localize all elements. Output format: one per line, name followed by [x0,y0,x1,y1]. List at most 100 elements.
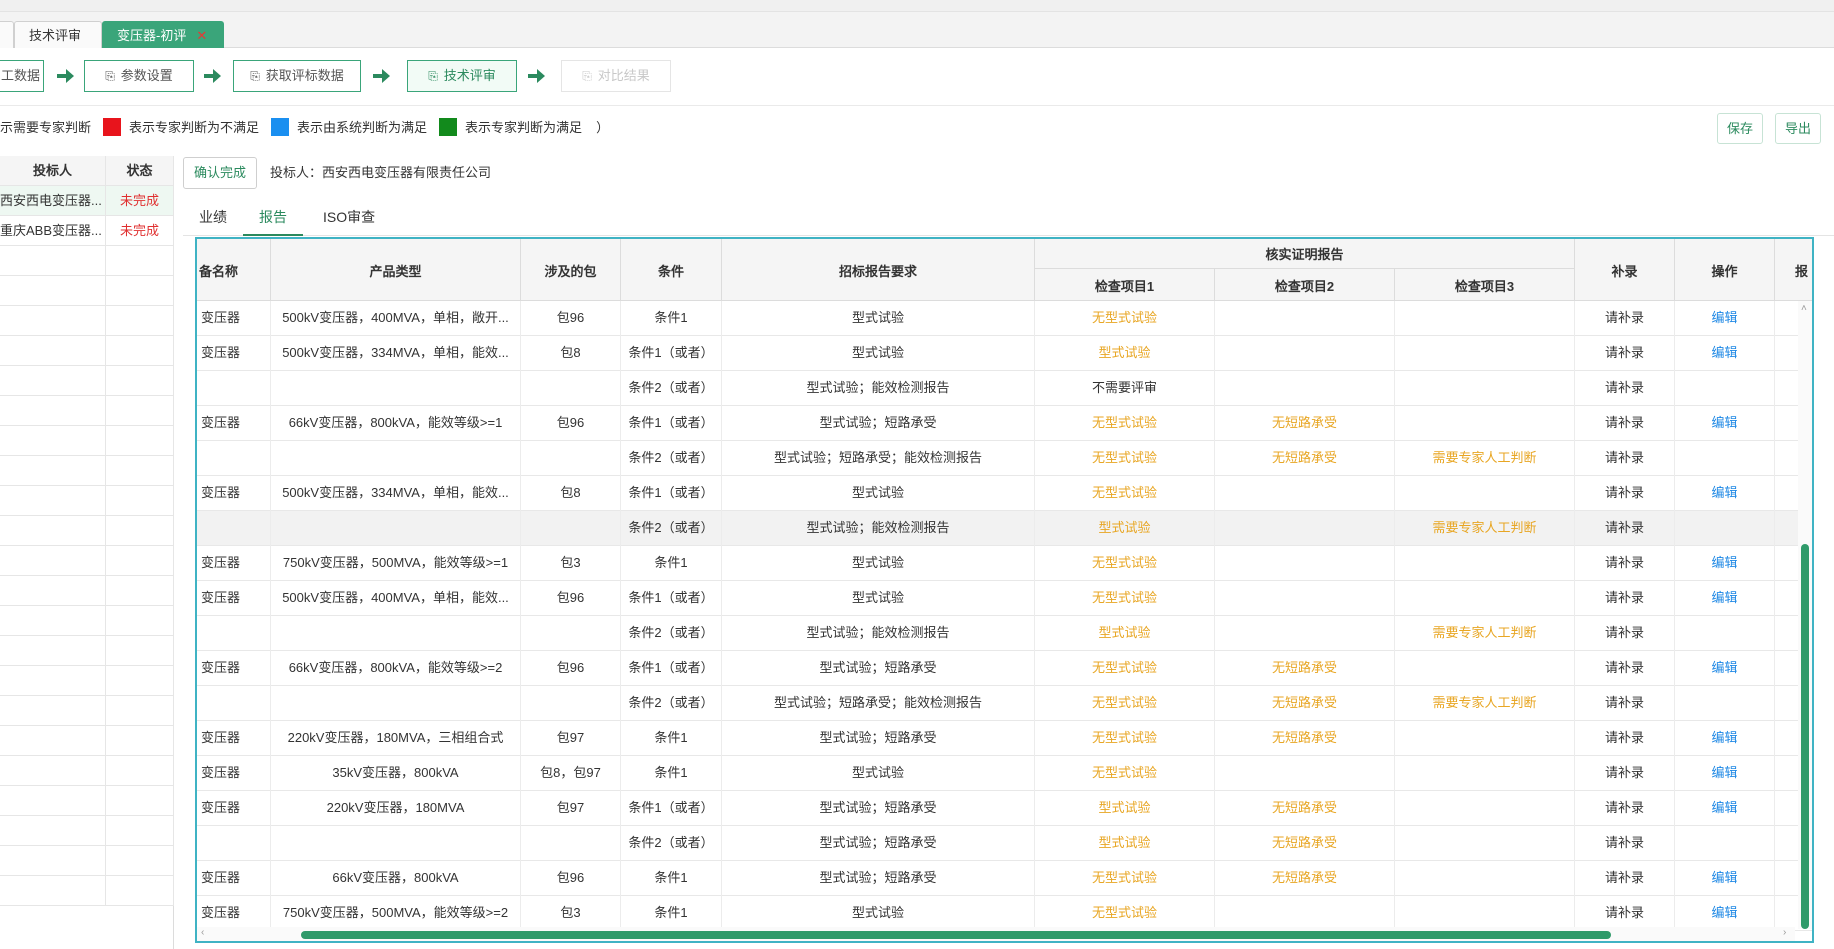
edit-link[interactable]: 编辑 [1675,721,1775,756]
step-fetch-data[interactable]: ⎘ 获取评标数据 [233,60,361,92]
close-icon[interactable]: ✕ [196,28,207,43]
bidder-row[interactable]: 西安西电变压器... 未完成 [0,186,174,216]
bidder-row-empty [0,276,174,306]
table-row: 条件2（或者） 型式试验；能效检测报告 型式试验 需要专家人工判断 请补录 [197,511,1812,546]
subtab-report[interactable]: 报告 [243,200,303,236]
cell-device-name: 变压器 [197,546,271,581]
cell-check1: 无型式试验 [1035,546,1215,581]
empty-cell [0,726,106,755]
bidder-row-empty [0,786,174,816]
edit-link[interactable]: 编辑 [1675,546,1775,581]
cell-product-type: 500kV变压器，334MVA，单相，能效... [271,336,521,371]
vertical-scrollbar[interactable]: ˄ [1798,301,1812,929]
empty-cell [0,426,106,455]
cell-package: 包96 [521,861,621,896]
vertical-scroll-thumb[interactable] [1801,544,1809,929]
tab-overflow[interactable] [0,21,14,48]
cell-check3 [1395,336,1575,371]
edit-link[interactable]: 编辑 [1675,581,1775,616]
bidder-row-empty [0,636,174,666]
column-header-product-type: 产品类型 [271,239,521,301]
cell-check1: 无型式试验 [1035,686,1215,721]
step-tech-review[interactable]: ⎘ 技术评审 [407,60,517,92]
edit-link[interactable]: 编辑 [1675,476,1775,511]
edit-link[interactable]: 编辑 [1675,896,1775,931]
bidder-name: 重庆ABB变压器... [0,216,106,245]
report-subtabs: 业绩 报告 ISO审查 [183,200,1834,236]
cell-product-type [271,441,521,476]
edit-link[interactable]: 编辑 [1675,861,1775,896]
cell-device-name [197,441,271,476]
empty-cell [0,816,106,845]
bidder-row-empty [0,426,174,456]
save-button[interactable]: 保存 [1717,113,1764,144]
tab-tech-review[interactable]: 技术评审 [14,21,102,48]
bidder-row-empty [0,456,174,486]
edit-link[interactable]: 编辑 [1675,301,1775,336]
edit-link [1675,371,1775,406]
cell-supplement: 请补录 [1575,581,1675,616]
empty-cell [0,336,106,365]
cell-check3 [1395,861,1575,896]
cell-product-type [271,826,521,861]
tab-label: 变压器-初评 [117,28,187,43]
edit-link[interactable]: 编辑 [1675,406,1775,441]
bidder-status: 未完成 [106,186,174,215]
cell-check3 [1395,581,1575,616]
export-button[interactable]: 导出 [1775,113,1822,144]
bidder-row[interactable]: 重庆ABB变压器... 未完成 [0,216,174,246]
scroll-right-icon[interactable]: › [1783,927,1786,938]
edit-link [1675,511,1775,546]
cell-check3 [1395,756,1575,791]
column-header-supplement: 补录 [1575,239,1675,301]
edit-link[interactable]: 编辑 [1675,336,1775,371]
empty-cell [0,846,106,875]
cell-device-name: 变压器 [197,336,271,371]
cell-check1: 无型式试验 [1035,721,1215,756]
tab-transformer-prelim[interactable]: 变压器-初评 ✕ [102,21,224,48]
table-row: 条件2（或者） 型式试验；短路承受 型式试验 无短路承受 请补录 [197,826,1812,861]
empty-cell [106,786,174,815]
horizontal-scrollbar[interactable]: ‹ › [197,927,1795,941]
step-data[interactable]: 工数据 [0,60,44,92]
subtab-iso-review[interactable]: ISO审查 [307,200,391,236]
scroll-left-icon[interactable]: ‹ [201,927,204,938]
scroll-up-icon[interactable]: ˄ [1801,303,1807,314]
cell-check2 [1215,301,1395,336]
cell-supplement: 请补录 [1575,651,1675,686]
cell-check2: 无短路承受 [1215,826,1395,861]
empty-cell [106,306,174,335]
cell-check2 [1215,756,1395,791]
cell-package: 包8 [521,476,621,511]
cell-package [521,826,621,861]
step-params[interactable]: ⎘ 参数设置 [84,60,194,92]
edit-link[interactable]: 编辑 [1675,756,1775,791]
cell-product-type: 500kV变压器，334MVA，单相，能效... [271,476,521,511]
cell-product-type: 220kV变压器，180MVA，三相组合式 [271,721,521,756]
cell-package: 包3 [521,896,621,931]
column-header-check3: 检查项目3 [1395,269,1575,301]
column-header-package: 涉及的包 [521,239,621,301]
current-bidder: 投标人：西安西电变压器有限责任公司 [270,165,492,180]
step-label: 工数据 [1,68,41,83]
cell-device-name [197,826,271,861]
cell-device-name: 变压器 [197,896,271,931]
cell-supplement: 请补录 [1575,616,1675,651]
confirm-complete-button[interactable]: 确认完成 [183,157,258,189]
cell-requirement: 型式试验 [722,301,1035,336]
bidder-row-empty [0,366,174,396]
cell-condition: 条件1 [621,546,722,581]
subtab-performance[interactable]: 业绩 [183,200,243,236]
cell-package: 包8，包97 [521,756,621,791]
cell-condition: 条件1（或者） [621,791,722,826]
step-label: 对比结果 [597,68,650,83]
cell-condition: 条件1（或者） [621,651,722,686]
table-row: 变压器 500kV变压器，400MVA，单相，敞开... 包96 条件1 型式试验 无型式… [197,301,1812,336]
edit-link[interactable]: 编辑 [1675,651,1775,686]
horizontal-scroll-thumb[interactable] [301,931,1611,939]
edit-link[interactable]: 编辑 [1675,791,1775,826]
empty-cell [0,396,106,425]
cell-device-name [197,511,271,546]
cell-check1: 无型式试验 [1035,301,1215,336]
bidder-row-empty [0,756,174,786]
